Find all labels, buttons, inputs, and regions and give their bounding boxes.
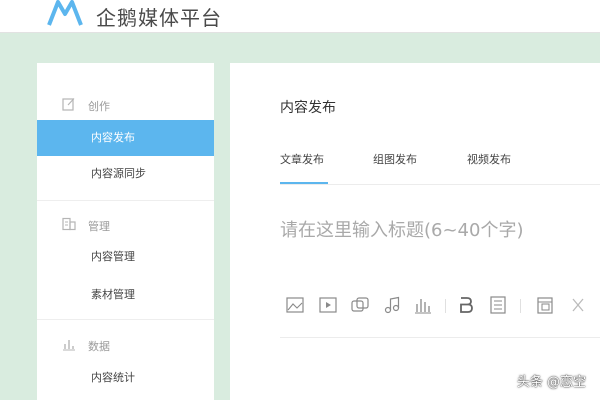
sidebar-section-label: 数据 [88,340,110,353]
top-bar: 企鹅媒体平台 [0,0,600,33]
sidebar-section-create: 创作 [37,95,214,115]
video-icon[interactable] [318,295,338,315]
editor-divider [280,337,600,338]
gallery-icon[interactable] [350,295,370,315]
page-title: 内容发布 [280,100,336,116]
template-icon[interactable] [535,295,555,315]
toolbar-separator [520,299,521,313]
bold-icon[interactable] [456,295,476,315]
sidebar: 创作 内容发布 内容源同步 管理 内容管理 素材管理 数据 内容统计 [37,63,214,400]
editor-toolbar [285,295,600,315]
toolbar-separator [445,299,446,313]
chart-icon[interactable] [413,295,433,315]
sidebar-section-label: 管理 [88,220,110,233]
sidebar-item-content-stats[interactable]: 内容统计 [37,360,214,396]
sidebar-divider [37,319,214,320]
edit-icon [62,98,75,111]
brand-name[interactable]: 企鹅媒体平台 [96,2,222,31]
paragraph-icon[interactable] [488,295,508,315]
title-input[interactable] [280,213,590,247]
sidebar-section-label: 创作 [88,100,110,113]
sidebar-divider [37,200,214,201]
sidebar-section-data: 数据 [37,335,214,355]
music-icon[interactable] [382,295,402,315]
tab-article-publish[interactable]: 文章发布 [280,151,324,167]
sidebar-item-content-sync[interactable]: 内容源同步 [37,156,214,192]
watermark-text: 头条 @恋空 [516,375,586,390]
sidebar-section-manage: 管理 [37,215,214,235]
penguin-logo-icon[interactable] [46,0,84,26]
cut-icon[interactable] [568,295,588,315]
main-panel: 内容发布 文章发布 组图发布 视频发布 [230,63,600,400]
image-icon[interactable] [285,295,305,315]
sidebar-item-content-manage[interactable]: 内容管理 [37,239,214,275]
sidebar-item-content-publish[interactable]: 内容发布 [37,120,214,156]
manage-icon [62,217,76,231]
stats-icon [63,340,75,351]
tabs-divider [280,184,600,185]
tab-video-publish[interactable]: 视频发布 [467,151,511,167]
tab-gallery-publish[interactable]: 组图发布 [373,151,417,167]
sidebar-item-material-manage[interactable]: 素材管理 [37,277,214,313]
